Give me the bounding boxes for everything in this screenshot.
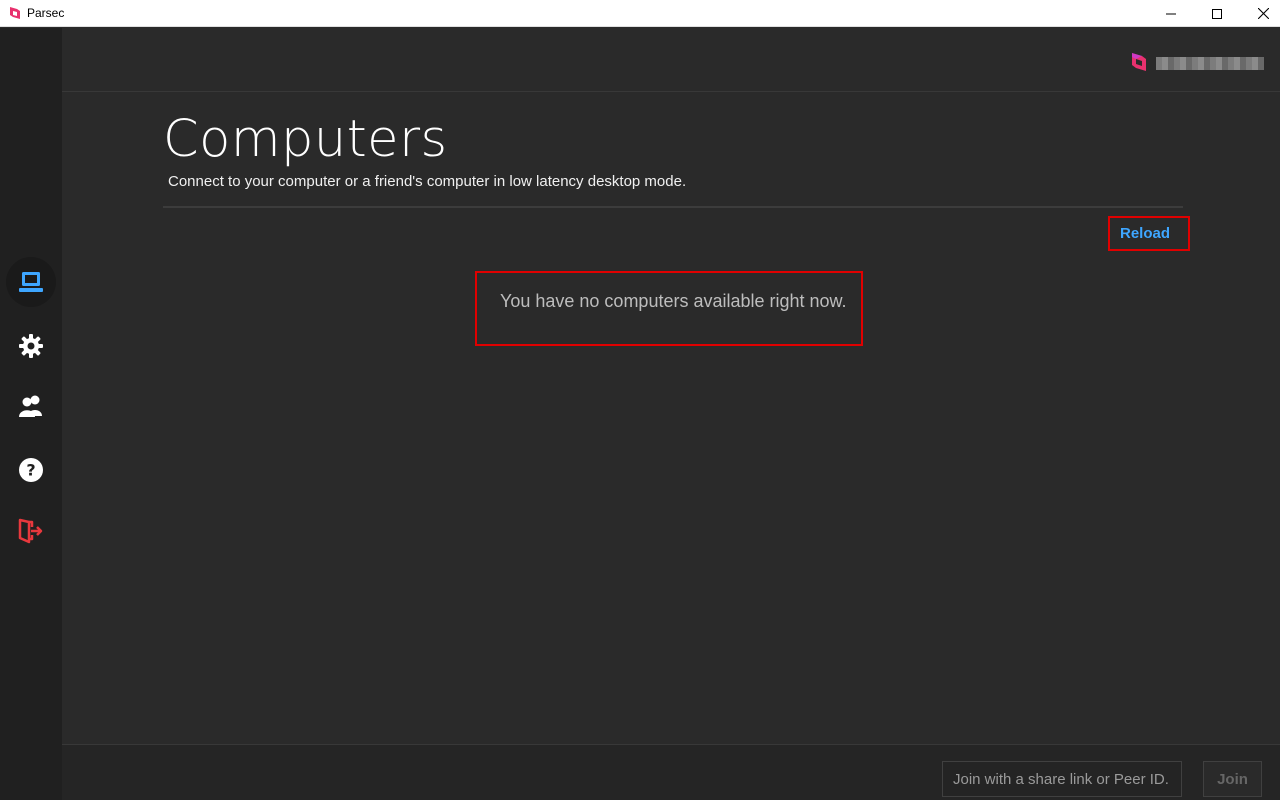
sidebar-item-friends[interactable]: [6, 381, 56, 431]
sidebar-item-settings[interactable]: [6, 321, 56, 371]
maximize-button[interactable]: [1194, 0, 1240, 27]
computer-icon: [19, 272, 43, 292]
maximize-icon: [1212, 8, 1222, 19]
close-button[interactable]: [1240, 0, 1280, 27]
empty-state-message: You have no computers available right no…: [500, 291, 847, 311]
page-title: Computers: [163, 110, 448, 169]
sidebar: ?: [0, 28, 62, 800]
join-button[interactable]: Join: [1203, 761, 1262, 797]
sidebar-item-help[interactable]: ?: [6, 445, 56, 495]
gear-icon: [19, 334, 43, 358]
close-icon: [1257, 8, 1269, 19]
divider: [163, 206, 1183, 208]
window-titlebar: Parsec: [0, 0, 1280, 27]
top-header: [62, 28, 1280, 92]
computers-page: Computers Connect to your computer or a …: [62, 93, 1280, 744]
sidebar-item-logout[interactable]: [6, 506, 56, 556]
minimize-icon: [1166, 13, 1176, 14]
svg-text:?: ?: [26, 461, 35, 480]
friends-icon: [19, 395, 42, 417]
join-link-input[interactable]: [942, 761, 1182, 797]
parsec-logo-icon: [10, 7, 20, 19]
logout-icon: [18, 518, 43, 544]
reload-button[interactable]: Reload: [1120, 225, 1170, 242]
window-title: Parsec: [27, 6, 65, 20]
sidebar-item-computers[interactable]: [6, 257, 56, 307]
username-redacted[interactable]: [1156, 57, 1264, 70]
footer-bar: Join: [62, 744, 1280, 800]
page-subtitle: Connect to your computer or a friend's c…: [168, 173, 687, 190]
help-icon: ?: [19, 458, 43, 482]
parsec-logo-icon: [1132, 53, 1146, 71]
minimize-button[interactable]: [1148, 0, 1194, 27]
